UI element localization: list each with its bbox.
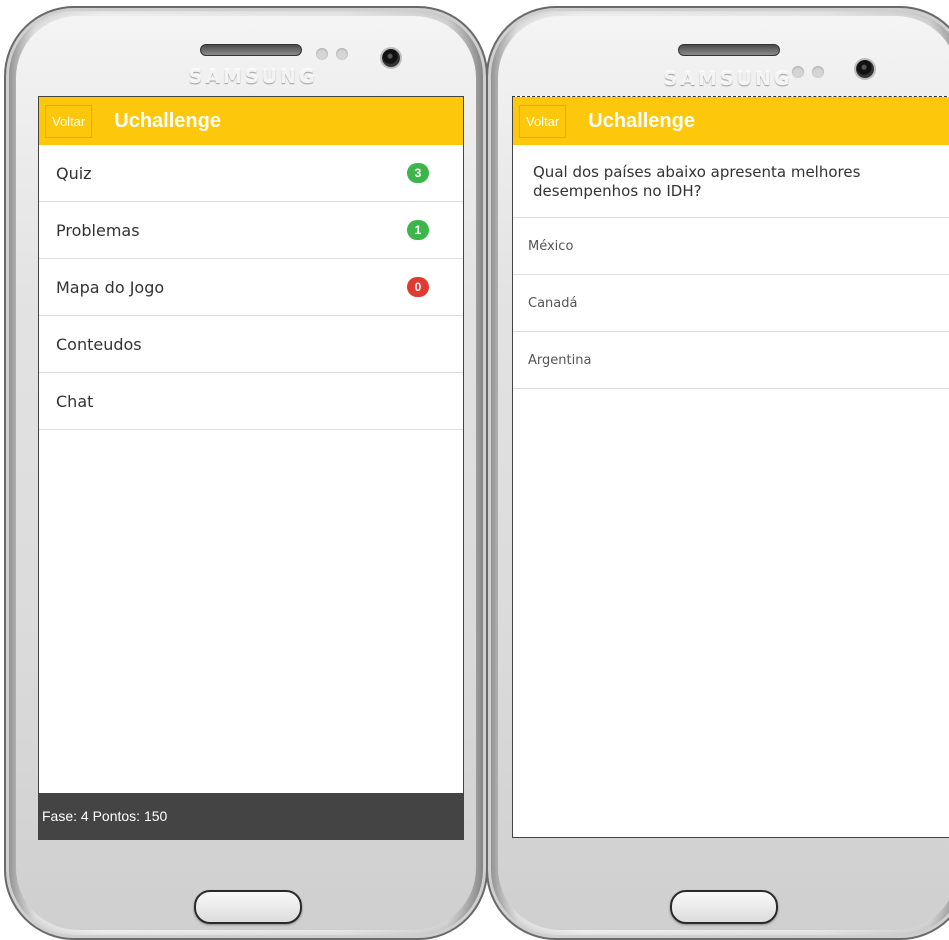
- answer-option-argentina[interactable]: Argentina: [513, 332, 949, 389]
- phone-left: SAMSUNG Voltar Uchallenge Quiz 3 Problem…: [4, 6, 488, 940]
- menu-item-chat[interactable]: Chat: [39, 373, 463, 430]
- screen-quiz: Voltar Uchallenge Qual dos países abaixo…: [512, 96, 949, 838]
- menu-item-label: Conteudos: [56, 334, 142, 354]
- front-camera-icon: [856, 60, 874, 78]
- menu-item-label: Quiz: [56, 163, 92, 183]
- answer-option-mexico[interactable]: México: [513, 218, 949, 275]
- count-badge: 3: [407, 163, 429, 183]
- menu-item-problemas[interactable]: Problemas 1: [39, 202, 463, 259]
- front-camera-icon: [382, 49, 400, 67]
- screen-menu: Voltar Uchallenge Quiz 3 Problemas 1 Map…: [38, 96, 464, 840]
- menu-item-label: Problemas: [56, 220, 140, 240]
- menu-item-label: Chat: [56, 391, 94, 411]
- app-bar: Voltar Uchallenge: [39, 97, 463, 145]
- app-bar: Voltar Uchallenge: [513, 97, 949, 145]
- menu-item-quiz[interactable]: Quiz 3: [39, 145, 463, 202]
- menu-item-conteudos[interactable]: Conteudos: [39, 316, 463, 373]
- count-badge: 0: [407, 277, 429, 297]
- app-title: Uchallenge: [588, 109, 695, 132]
- menu-item-label: Mapa do Jogo: [56, 277, 165, 297]
- phone-right: SAMSUNG Voltar Uchallenge Qual dos paíse…: [486, 6, 949, 940]
- back-button[interactable]: Voltar: [519, 104, 567, 138]
- speaker-grille: [200, 44, 302, 56]
- light-sensor: [812, 66, 824, 78]
- light-sensor: [336, 48, 348, 60]
- proximity-sensor: [792, 66, 804, 78]
- home-button[interactable]: [194, 890, 302, 924]
- back-arrow-icon[interactable]: ↶: [852, 888, 865, 907]
- proximity-sensor: [316, 48, 328, 60]
- brand-logo: SAMSUNG: [663, 68, 793, 90]
- back-arrow-icon[interactable]: ↶: [378, 888, 391, 907]
- count-badge: 1: [407, 220, 429, 240]
- speaker-grille: [678, 44, 780, 56]
- back-button[interactable]: Voltar: [45, 104, 93, 138]
- home-button[interactable]: [670, 890, 778, 924]
- menu-icon[interactable]: ▤: [98, 888, 113, 907]
- app-title: Uchallenge: [114, 109, 221, 132]
- brand-logo: SAMSUNG: [188, 66, 318, 88]
- menu-item-mapa-do-jogo[interactable]: Mapa do Jogo 0: [39, 259, 463, 316]
- status-footer: Fase: 4 Pontos: 150: [39, 793, 463, 839]
- answer-option-canada[interactable]: Canadá: [513, 275, 949, 332]
- menu-icon[interactable]: ▤: [572, 888, 587, 907]
- question-text: Qual dos países abaixo apresenta melhore…: [513, 145, 949, 218]
